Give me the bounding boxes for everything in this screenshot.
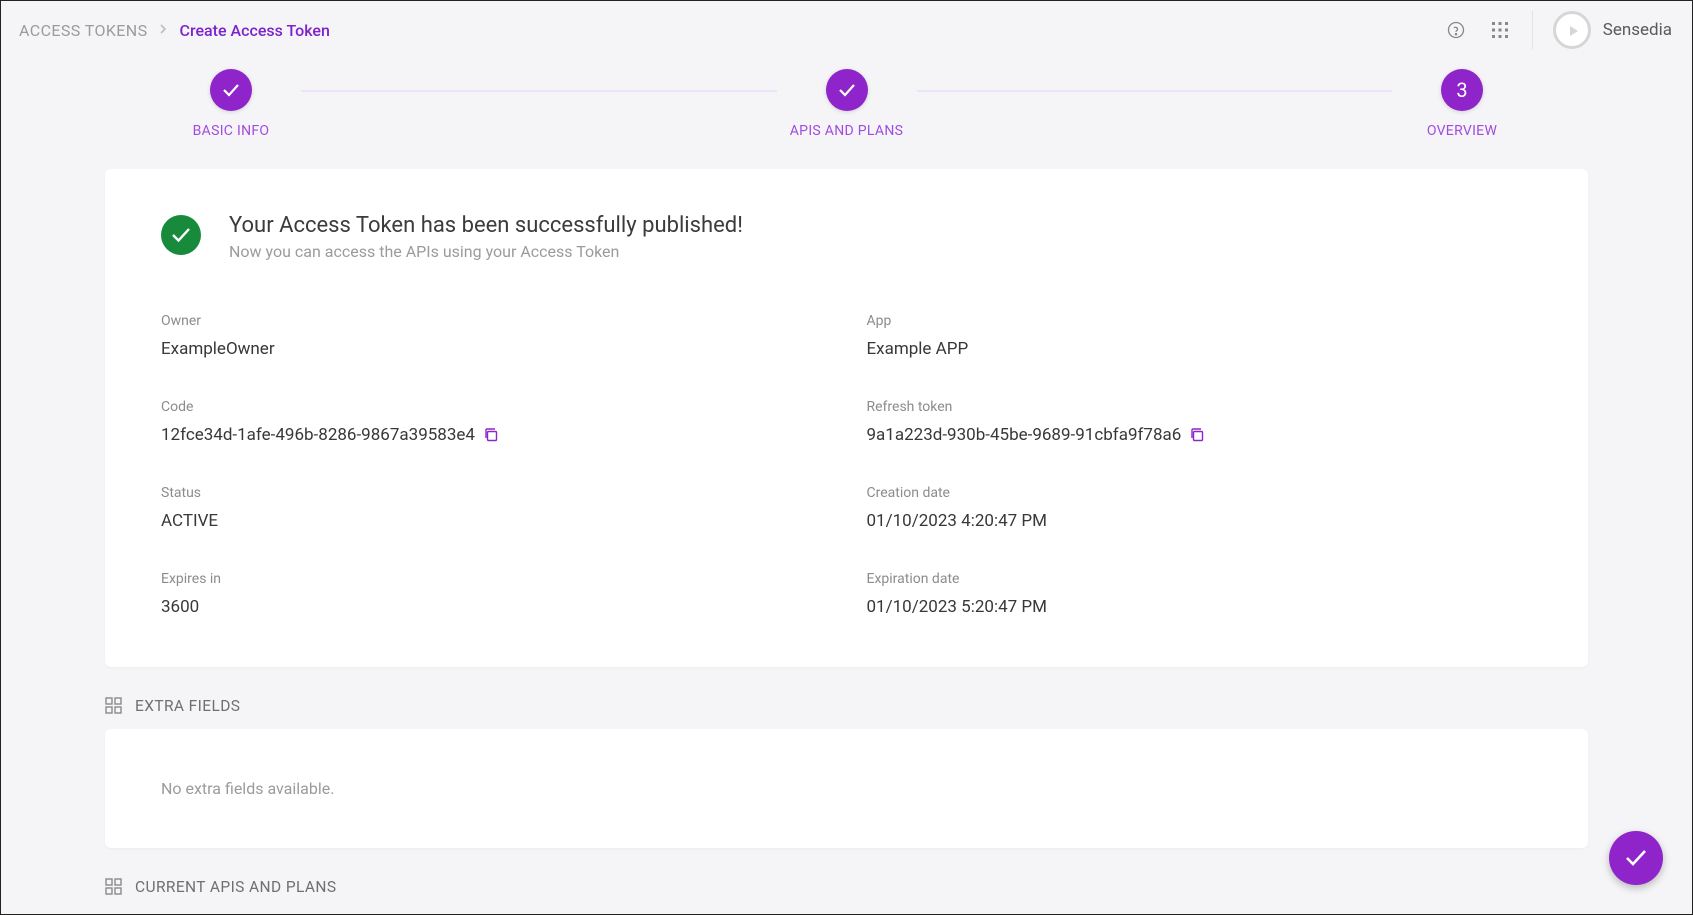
- field-value: 12fce34d-1afe-496b-8286-9867a39583e4: [161, 425, 475, 445]
- field-label: Code: [161, 399, 827, 415]
- field-label: Refresh token: [867, 399, 1533, 415]
- empty-message: No extra fields available.: [161, 779, 334, 798]
- confirm-fab[interactable]: [1609, 831, 1663, 885]
- content: BASIC INFO APIS AND PLANS 3 OVERVIEW You…: [1, 57, 1692, 896]
- field-label: Creation date: [867, 485, 1533, 501]
- brand-logo-icon: [1553, 11, 1591, 49]
- field-code: Code 12fce34d-1afe-496b-8286-9867a39583e…: [161, 399, 827, 445]
- step-apis-and-plans[interactable]: APIS AND PLANS: [777, 69, 917, 139]
- breadcrumb-root[interactable]: ACCESS TOKENS: [19, 21, 148, 40]
- section-current-apis-header: CURRENT APIS AND PLANS: [105, 878, 1588, 896]
- field-label: App: [867, 313, 1533, 329]
- field-value: 3600: [161, 597, 827, 617]
- success-subtitle: Now you can access the APIs using your A…: [229, 242, 743, 261]
- stepper: BASIC INFO APIS AND PLANS 3 OVERVIEW: [161, 69, 1532, 139]
- breadcrumb-current: Create Access Token: [180, 21, 330, 40]
- section-title: EXTRA FIELDS: [135, 697, 240, 715]
- chevron-right-icon: [160, 23, 168, 37]
- field-value: 01/10/2023 5:20:47 PM: [867, 597, 1533, 617]
- check-icon: [826, 69, 868, 111]
- field-creation-date: Creation date 01/10/2023 4:20:47 PM: [867, 485, 1533, 531]
- field-value: 01/10/2023 4:20:47 PM: [867, 511, 1533, 531]
- field-expiration-date: Expiration date 01/10/2023 5:20:47 PM: [867, 571, 1533, 617]
- field-status: Status ACTIVE: [161, 485, 827, 531]
- section-extra-fields-header: EXTRA FIELDS: [105, 697, 1588, 715]
- field-label: Expires in: [161, 571, 827, 587]
- extra-fields-card: No extra fields available.: [105, 729, 1588, 848]
- field-label: Owner: [161, 313, 827, 329]
- field-value: ExampleOwner: [161, 339, 827, 359]
- field-value: Example APP: [867, 339, 1533, 359]
- copy-icon[interactable]: [1189, 427, 1205, 443]
- step-connector: [917, 90, 1393, 92]
- divider: [1532, 11, 1533, 49]
- step-label: APIS AND PLANS: [790, 123, 903, 139]
- apps-grid-icon[interactable]: [1488, 18, 1512, 42]
- check-icon: [210, 69, 252, 111]
- section-title: CURRENT APIS AND PLANS: [135, 878, 336, 896]
- step-basic-info[interactable]: BASIC INFO: [161, 69, 301, 139]
- dashboard-icon: [105, 697, 123, 715]
- step-label: BASIC INFO: [193, 123, 270, 139]
- step-connector: [301, 90, 777, 92]
- field-value: 9a1a223d-930b-45be-9689-91cbfa9f78a6: [867, 425, 1182, 445]
- topbar: ACCESS TOKENS Create Access Token Sensed…: [1, 1, 1692, 57]
- field-label: Expiration date: [867, 571, 1533, 587]
- field-expires-in: Expires in 3600: [161, 571, 827, 617]
- success-check-icon: [161, 215, 201, 255]
- field-value: ACTIVE: [161, 511, 827, 531]
- copy-icon[interactable]: [483, 427, 499, 443]
- brand-name: Sensedia: [1603, 20, 1672, 40]
- success-title: Your Access Token has been successfully …: [229, 213, 743, 238]
- field-label: Status: [161, 485, 827, 501]
- overview-card: Your Access Token has been successfully …: [105, 169, 1588, 667]
- field-refresh-token: Refresh token 9a1a223d-930b-45be-9689-91…: [867, 399, 1533, 445]
- check-icon: [1624, 848, 1648, 868]
- step-number: 3: [1441, 69, 1483, 111]
- dashboard-icon: [105, 878, 123, 896]
- breadcrumb: ACCESS TOKENS Create Access Token: [19, 21, 330, 40]
- details-grid: Owner ExampleOwner App Example APP Code …: [161, 313, 1532, 617]
- step-overview[interactable]: 3 OVERVIEW: [1392, 69, 1532, 139]
- field-owner: Owner ExampleOwner: [161, 313, 827, 359]
- success-banner: Your Access Token has been successfully …: [161, 213, 1532, 261]
- field-app: App Example APP: [867, 313, 1533, 359]
- brand[interactable]: Sensedia: [1553, 11, 1672, 49]
- help-icon[interactable]: [1444, 18, 1468, 42]
- step-label: OVERVIEW: [1427, 123, 1497, 139]
- top-actions: Sensedia: [1444, 11, 1672, 49]
